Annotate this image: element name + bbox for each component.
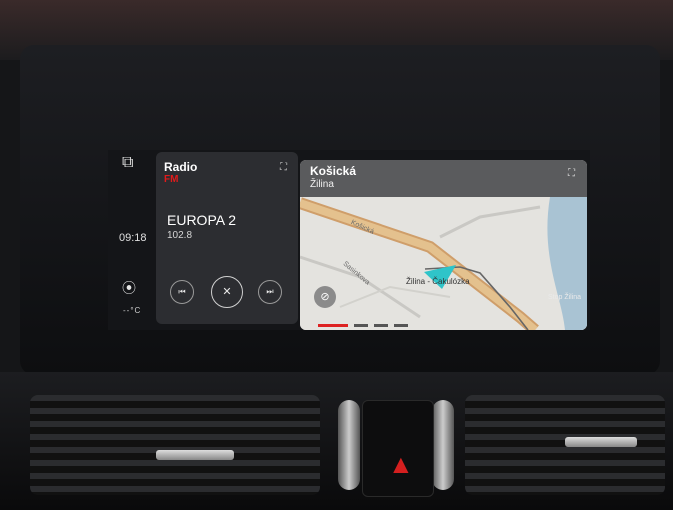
vent-chrome-tab [156,450,234,460]
next-button[interactable]: ⏭ [258,280,282,304]
hazard-icon: ▲ [388,449,414,479]
infotainment-screen: ⧉ 09:18 ⦿ --°C Radio FM ⛶ EUROPA 2 102.8… [108,150,590,330]
mute-icon: ✕ [222,286,232,298]
expand-icon[interactable]: ⛶ [568,168,575,179]
recenter-button[interactable]: ⊘ [314,286,336,308]
station-frequency: 102.8 [167,230,193,241]
current-city: Žilina [310,179,334,190]
compass-icon: ⊘ [320,291,330,303]
current-street: Košická [310,164,357,178]
expand-icon[interactable]: ⛶ [280,162,287,173]
stop-label: Žilina - Čakulózka [406,277,470,286]
side-label: Stop Žilina [548,294,582,301]
temperature-readout: --°C [123,306,142,315]
previous-icon: ⏮ [178,287,186,296]
nav-header: Košická Žilina ⛶ [300,160,587,197]
radio-band: FM [164,174,179,185]
navigation-widget[interactable]: Košická Žilina ⛶ Košická Sasinkova Žilin… [300,160,587,330]
radio-title: Radio [164,160,198,174]
left-rail: ⧉ 09:18 ⦿ --°C [108,150,158,330]
next-icon: ⏭ [266,287,274,296]
phone-projection-icon[interactable]: ⧉ [122,154,133,172]
hazard-button[interactable]: ▲ [362,400,434,497]
mute-button[interactable]: ✕ [211,276,243,308]
clock: 09:18 [119,232,147,244]
page-indicator [318,324,418,327]
radio-widget[interactable]: Radio FM ⛶ EUROPA 2 102.8 ⏮ ✕ ⏭ [156,152,298,324]
left-air-vent [30,395,320,495]
vent-chrome-tab [565,437,637,447]
previous-button[interactable]: ⏮ [170,280,194,304]
vent-adjuster[interactable] [432,400,454,490]
station-name: EUROPA 2 [167,212,236,228]
location-pin-icon[interactable]: ⦿ [122,278,136,298]
vent-adjuster[interactable] [338,400,360,490]
